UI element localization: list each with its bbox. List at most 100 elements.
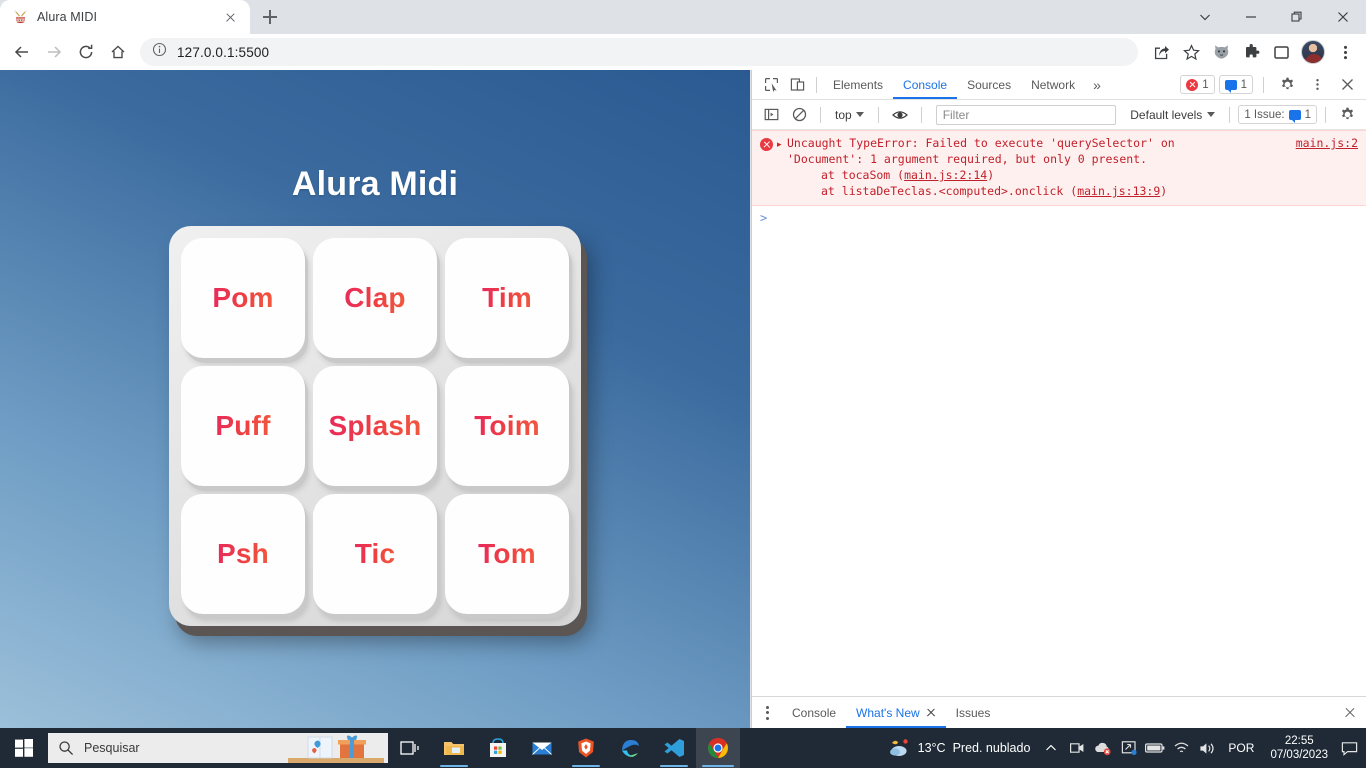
profile-avatar[interactable] [1301,40,1325,64]
reload-button[interactable] [70,36,102,68]
taskbar-app-microsoft-store[interactable] [476,728,520,768]
taskbar-app-mail[interactable] [520,728,564,768]
info-icon[interactable] [152,42,167,62]
taskbar-app-task-view[interactable] [388,728,432,768]
weather-description: Pred. nublado [952,741,1031,755]
page-viewport: Alura Midi Pom Clap Tim Puff Splash Toim… [0,70,750,728]
issues-badge[interactable]: 1 Issue: 1 [1238,105,1317,124]
devtools-panel: Elements Console Sources Network » 1 1 t… [751,70,1366,728]
drum-key-toim[interactable]: Toim [445,366,569,486]
camera-icon[interactable] [1064,728,1090,768]
message-count-badge[interactable]: 1 [1218,75,1253,94]
window-controls [1182,0,1366,34]
drum-key-splash[interactable]: Splash [313,366,437,486]
tab-network[interactable]: Network [1021,70,1085,99]
console-output: ▸ Uncaught TypeError: Failed to execute … [752,130,1366,696]
tab-close-icon[interactable] [221,8,240,27]
console-error-message[interactable]: ▸ Uncaught TypeError: Failed to execute … [752,130,1366,206]
language-indicator[interactable]: POR [1220,741,1262,755]
drum-key-clap[interactable]: Clap [313,238,437,358]
expand-arrow-icon[interactable]: ▸ [777,139,787,199]
error-count-badge[interactable]: 1 [1180,75,1215,94]
extensions-icon[interactable] [1236,36,1266,68]
clear-console-icon[interactable] [786,102,812,128]
device-toolbar-icon[interactable] [784,72,810,98]
cloud-sync-icon[interactable] [1090,728,1116,768]
tab-elements[interactable]: Elements [823,70,893,99]
new-tab-button[interactable] [256,3,284,31]
stack-link-1[interactable]: main.js:2:14 [904,168,987,182]
side-panel-icon[interactable] [1266,36,1296,68]
tab-search-button[interactable] [1182,0,1228,34]
drum-key-pom[interactable]: Pom [181,238,305,358]
drum-key-tim[interactable]: Tim [445,238,569,358]
error-source-link[interactable]: main.js:2 [1296,136,1358,150]
drawer-close-icon[interactable] [1340,703,1360,723]
drawer-tab-whats-new[interactable]: What's New [846,697,946,728]
more-tabs-button[interactable]: » [1085,77,1109,93]
drum-key-tom[interactable]: Tom [445,494,569,614]
devtools-kebab-menu[interactable] [1304,72,1330,98]
drawer-kebab-menu[interactable] [758,705,776,720]
taskbar-app-file-explorer[interactable] [432,728,476,768]
stack-link-2[interactable]: main.js:13:9 [1077,184,1160,198]
drawer-tab-issues[interactable]: Issues [946,697,1001,728]
stack-line-1-post: ) [987,168,995,182]
maximize-button[interactable] [1274,0,1320,34]
back-button[interactable] [6,36,38,68]
forward-button[interactable] [38,36,70,68]
star-icon[interactable] [1176,36,1206,68]
execution-context-selector[interactable]: top [829,104,870,126]
taskbar-app-edge[interactable] [608,728,652,768]
console-sidebar-icon[interactable] [758,102,784,128]
clock-widget[interactable]: 22:55 07/03/2023 [1262,734,1336,762]
clock-date: 07/03/2023 [1270,749,1328,761]
eye-icon[interactable] [887,102,913,128]
key-label: Splash [328,410,422,441]
drawer-tab-close-icon[interactable] [926,708,936,718]
levels-label: Default levels [1130,107,1203,122]
drum-key-puff[interactable]: Puff [181,366,305,486]
issues-label: 1 Issue: [1244,108,1285,121]
notification-icon[interactable] [1336,728,1362,768]
share-icon[interactable] [1146,36,1176,68]
console-divider-2 [877,106,879,123]
show-hidden-icons[interactable] [1038,728,1064,768]
home-button[interactable] [102,36,134,68]
log-levels-selector[interactable]: Default levels [1124,108,1221,122]
volume-icon[interactable] [1194,728,1220,768]
inspect-icon[interactable] [758,72,784,98]
tab-strip: Alura MIDI [0,0,1366,34]
tab-console[interactable]: Console [893,70,957,99]
address-bar[interactable]: 127.0.0.1:5500 [140,38,1138,66]
windows-start-icon[interactable] [0,728,48,768]
error-line-2: 'Document': 1 argument required, but onl… [787,152,1148,166]
battery-icon[interactable] [1142,728,1168,768]
three-dot-menu[interactable] [1330,36,1360,68]
message-icon [1224,79,1237,93]
gear-icon[interactable] [1274,72,1300,98]
context-label: top [835,107,852,122]
wifi-icon[interactable] [1168,728,1194,768]
search-placeholder: Pesquisar [84,741,140,755]
taskbar-app-vs-code[interactable] [652,728,696,768]
stack-line-2-pre: at listaDeTeclas.<computed>.onclick ( [821,184,1078,198]
taskbar-app-google-chrome[interactable] [696,728,740,768]
browser-tab[interactable]: Alura MIDI [0,0,250,34]
tab-sources[interactable]: Sources [957,70,1021,99]
drum-key-tic[interactable]: Tic [313,494,437,614]
devtools-close-icon[interactable] [1334,72,1360,98]
taskbar-app-brave[interactable] [564,728,608,768]
windows-taskbar: Pesquisar 13°C Pred. nublado POR 22:55 0… [0,728,1366,768]
cat-extension-icon[interactable] [1206,36,1236,68]
drum-key-psh[interactable]: Psh [181,494,305,614]
close-window-button[interactable] [1320,0,1366,34]
drawer-tab-console[interactable]: Console [782,697,846,728]
weather-widget[interactable]: 13°C Pred. nublado [881,738,1039,758]
console-settings-icon[interactable] [1334,102,1360,128]
search-input[interactable]: Pesquisar [48,733,388,763]
onedrive-icon[interactable] [1116,728,1142,768]
console-filter-input[interactable] [935,104,1117,125]
console-prompt-row[interactable]: > [752,206,1366,230]
minimize-button[interactable] [1228,0,1274,34]
